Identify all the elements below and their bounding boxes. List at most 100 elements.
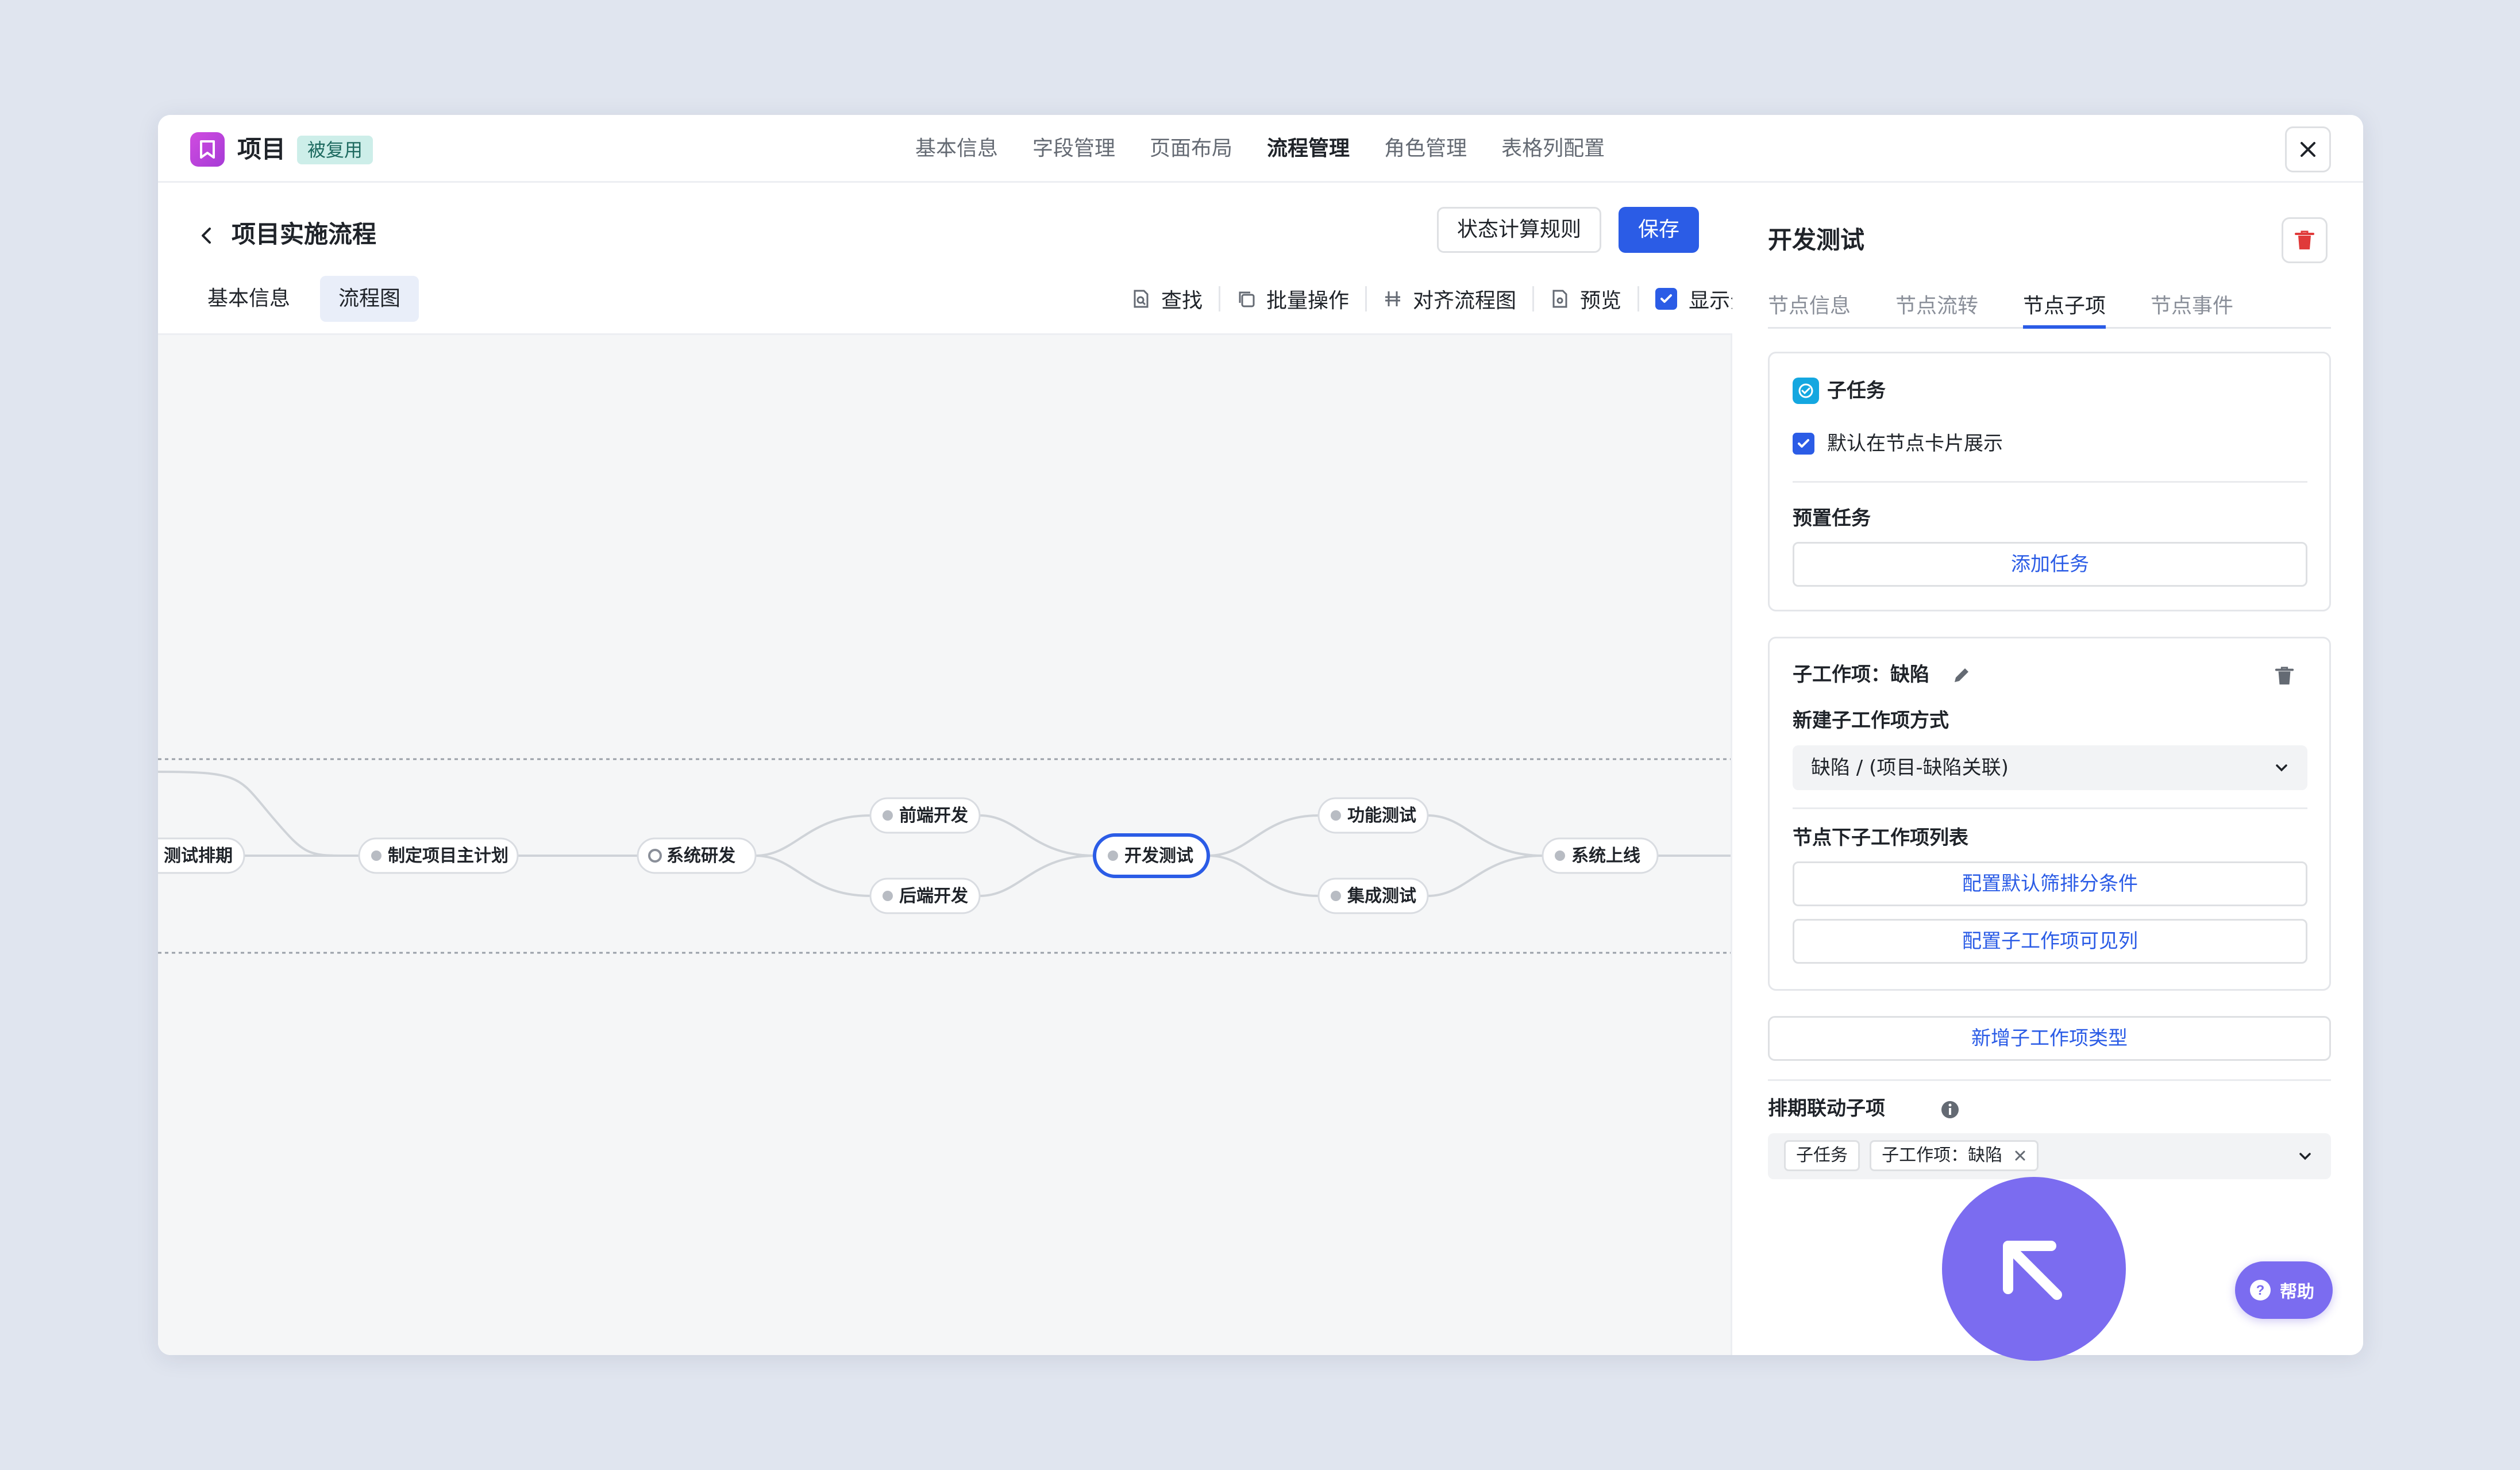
tab-flow-management[interactable]: 流程管理 — [1267, 130, 1350, 168]
flow-node[interactable]: 集成测试 — [1317, 878, 1429, 914]
tag-label: 子工作项：缺陷 — [1882, 1145, 2003, 1165]
reused-badge: 被复用 — [297, 136, 373, 164]
save-button[interactable]: 保存 — [1619, 207, 1700, 253]
preview-label: 预览 — [1580, 289, 1622, 313]
toolbar-divider — [1637, 286, 1640, 311]
subwork-card: 子工作项：缺陷 新建子工作项方式 缺陷 / (项目-缺陷关联) 节点下子工作项列… — [1768, 637, 2331, 991]
tag-subwork-defect: 子工作项：缺陷 — [1870, 1140, 2039, 1171]
tab-basic-info[interactable]: 基本信息 — [915, 130, 998, 168]
toolbar-divider — [1365, 286, 1367, 311]
close-button[interactable] — [2285, 126, 2331, 172]
app-title: 项目 — [237, 135, 286, 163]
tag-label: 子任务 — [1796, 1145, 1848, 1165]
subtask-label: 子任务 — [1827, 379, 1886, 402]
default-show-checkbox[interactable] — [1793, 433, 1814, 455]
flow-node[interactable]: 系统上线 — [1542, 837, 1659, 874]
node-label: 集成测试 — [1347, 886, 1416, 906]
back-arrow-icon[interactable] — [195, 224, 218, 247]
app-window: 项目 被复用 基本信息 字段管理 页面布局 流程管理 角色管理 表格列配置 项目… — [158, 115, 2363, 1355]
card-divider — [1793, 807, 2307, 809]
default-show-label: 默认在节点卡片展示 — [1827, 432, 2003, 455]
flow-title: 项目实施流程 — [232, 220, 377, 248]
flow-node[interactable]: 后端开发 — [869, 878, 981, 914]
help-icon: ? — [2250, 1280, 2271, 1300]
delete-node-button[interactable] — [2282, 217, 2328, 263]
cursor-indicator — [1942, 1177, 2126, 1361]
help-label: 帮助 — [2280, 1282, 2314, 1302]
svg-text:?: ? — [2256, 1283, 2265, 1298]
card-divider — [1793, 481, 2307, 483]
panel-tabs: 节点信息 节点流转 节点子项 节点事件 — [1768, 287, 2331, 329]
flowchart-svg: 测试排期 制定项目主计划 系统研发 前端开发 后端开发 开发测试 功能测试 集成… — [158, 758, 1731, 954]
node-label: 后端开发 — [899, 886, 968, 906]
preview-tool[interactable]: 预览 — [1550, 284, 1621, 314]
schedule-linkage-label: 排期联动子项 — [1768, 1097, 1885, 1120]
flow-node[interactable]: 前端开发 — [869, 797, 981, 834]
batch-label: 批量操作 — [1266, 289, 1350, 313]
add-subwork-type-button[interactable]: 新增子工作项类型 — [1768, 1016, 2331, 1061]
find-tool[interactable]: 查找 — [1131, 284, 1203, 314]
align-icon — [1383, 289, 1402, 309]
chevron-down-icon — [2276, 764, 2287, 772]
tab-node-events[interactable]: 节点事件 — [2151, 287, 2233, 325]
create-mode-select[interactable]: 缺陷 / (项目-缺陷关联) — [1793, 745, 2307, 790]
config-columns-button[interactable]: 配置子工作项可见列 — [1793, 919, 2307, 964]
checkbox-checked-icon[interactable] — [1655, 288, 1678, 310]
toolbar-divider — [1532, 286, 1535, 311]
flow-editor: 项目实施流程 状态计算规则 保存 基本信息 流程图 查找 批量操作 对齐流程图 … — [158, 183, 1813, 1355]
add-task-button[interactable]: 添加任务 — [1793, 542, 2307, 587]
tab-page-layout[interactable]: 页面布局 — [1150, 130, 1232, 168]
panel-divider — [1768, 1079, 2331, 1081]
flow-toolbar: 查找 批量操作 对齐流程图 预览 — [1131, 276, 1813, 322]
top-tabs: 基本信息 字段管理 页面布局 流程管理 角色管理 表格列配置 — [915, 130, 1639, 168]
flow-node[interactable]: 制定项目主计划 — [358, 837, 519, 874]
subtask-card: 子任务 默认在节点卡片展示 预置任务 添加任务 — [1768, 352, 2331, 611]
node-label: 功能测试 — [1347, 806, 1416, 826]
chevron-down-icon — [2299, 1153, 2311, 1160]
create-mode-label: 新建子工作项方式 — [1793, 709, 1949, 732]
batch-tool[interactable]: 批量操作 — [1236, 284, 1349, 314]
flow-node[interactable]: 系统研发 — [637, 837, 757, 874]
tab-node-transition[interactable]: 节点流转 — [1895, 287, 1978, 325]
info-icon[interactable] — [1940, 1100, 1960, 1119]
subtab-flowchart[interactable]: 流程图 — [320, 276, 419, 322]
tab-node-subitems[interactable]: 节点子项 — [2023, 287, 2106, 329]
subwork-list-label: 节点下子工作项列表 — [1793, 826, 1968, 849]
tab-role-management[interactable]: 角色管理 — [1384, 130, 1467, 168]
align-label: 对齐流程图 — [1413, 289, 1517, 313]
panel-title: 开发测试 — [1768, 226, 1865, 254]
flow-node-selected[interactable]: 开发测试 — [1093, 833, 1210, 878]
flowchart-canvas[interactable]: 测试排期 制定项目主计划 系统研发 前端开发 后端开发 开发测试 功能测试 集成… — [158, 333, 1732, 1355]
help-button[interactable]: ? 帮助 — [2235, 1261, 2333, 1319]
node-label: 系统上线 — [1571, 846, 1640, 866]
bookmark-icon — [190, 132, 225, 167]
edit-icon[interactable] — [1951, 665, 1972, 686]
remove-tag-icon[interactable] — [2014, 1149, 2026, 1162]
config-filter-button[interactable]: 配置默认筛排分条件 — [1793, 861, 2307, 906]
trash-icon — [2295, 230, 2314, 249]
node-label: 前端开发 — [899, 806, 968, 826]
create-mode-value: 缺陷 / (项目-缺陷关联) — [1811, 756, 2009, 779]
subtab-basic-info[interactable]: 基本信息 — [189, 276, 309, 322]
trash-icon[interactable] — [2274, 665, 2295, 687]
tab-table-columns[interactable]: 表格列配置 — [1501, 130, 1605, 168]
tab-node-info[interactable]: 节点信息 — [1768, 287, 1851, 325]
toolbar-divider — [1219, 286, 1221, 311]
flow-node[interactable]: 功能测试 — [1317, 797, 1429, 834]
find-icon — [1131, 289, 1151, 309]
align-tool[interactable]: 对齐流程图 — [1383, 284, 1516, 314]
copy-icon — [1236, 289, 1256, 309]
node-label: 系统研发 — [666, 846, 735, 866]
status-rule-button[interactable]: 状态计算规则 — [1437, 207, 1602, 253]
tab-field-management[interactable]: 字段管理 — [1032, 130, 1115, 168]
preview-icon — [1550, 289, 1570, 309]
node-label: 制定项目主计划 — [388, 846, 508, 866]
top-header: 项目 被复用 基本信息 字段管理 页面布局 流程管理 角色管理 表格列配置 — [158, 115, 2363, 183]
close-icon — [2301, 142, 2315, 157]
arrow-up-left-icon — [2003, 1241, 2062, 1300]
flow-node[interactable]: 测试排期 — [158, 837, 245, 874]
node-label: 测试排期 — [164, 846, 233, 866]
subtask-icon — [1793, 378, 1819, 404]
schedule-linkage-select[interactable]: 子任务 子工作项：缺陷 — [1768, 1133, 2331, 1179]
find-label: 查找 — [1161, 289, 1203, 313]
